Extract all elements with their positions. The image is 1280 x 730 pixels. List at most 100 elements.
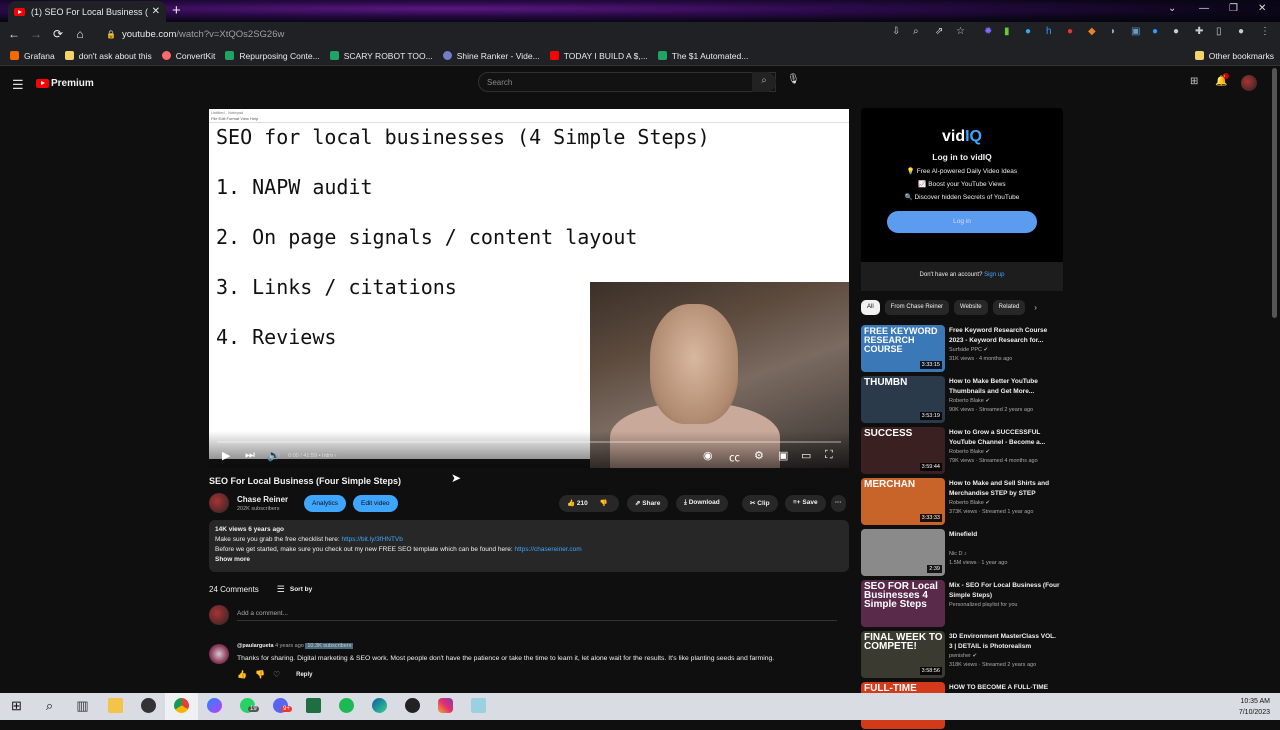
extensions-puzzle-icon[interactable]: ✚ [1195,26,1203,37]
taskbar-app-messenger[interactable] [198,693,231,720]
video-thumbnail[interactable]: FINAL WEEK TO COMPETE! 3:58:56 [861,631,945,678]
taskbar-app-instagram[interactable] [429,693,462,720]
taskbar-app-whatsapp[interactable]: 19 [231,693,264,720]
settings-gear-icon[interactable]: ⚙ [754,449,764,462]
extension-icon[interactable]: ● [1173,26,1179,37]
back-icon[interactable]: ← [3,27,25,41]
related-channel[interactable]: Roberto Blake ✔ [949,398,990,404]
taskbar-app-chrome[interactable] [165,693,198,720]
other-bookmarks[interactable]: Other bookmarks [1194,51,1274,61]
analytics-button[interactable]: Analytics [304,495,347,512]
close-tab-icon[interactable]: ✕ [152,6,160,17]
extension-icon[interactable]: ✹ [984,26,992,37]
show-more-button[interactable]: Show more [215,555,843,565]
related-video-title[interactable]: Free Keyword Research Course 2023 - Keyw… [949,326,1061,345]
heart-icon[interactable]: ♡ [273,670,280,679]
taskbar-app-media-player[interactable] [132,693,165,720]
video-thumbnail[interactable]: SEO FOR Local Businesses 4 Simple Steps [861,580,945,627]
bookmark-item[interactable]: ConvertKit [161,51,215,61]
reload-icon[interactable]: ⟳ [47,27,69,41]
channel-name[interactable]: Chase Reiner [237,495,288,504]
more-actions-button[interactable]: ··· [831,495,846,512]
search-input[interactable]: Search [478,72,776,92]
taskbar-app-obs[interactable] [396,693,429,720]
browser-tab-active[interactable]: (1) SEO For Local Business (Four Simple … [8,1,166,22]
share-page-icon[interactable]: ⇗ [935,26,943,37]
save-button[interactable]: ≡+ Save [785,495,826,512]
chip-from-channel[interactable]: From Chase Reiner [884,300,950,315]
related-video-title[interactable]: How to Make Better YouTube Thumbnails an… [949,377,1061,396]
miniplayer-icon[interactable]: ▣ [778,449,788,462]
clip-button[interactable]: ✂ Clip [742,495,778,512]
new-tab-button[interactable]: + [172,2,181,19]
install-app-icon[interactable]: ⇩ [892,26,900,37]
bookmark-item[interactable]: Repurposing Conte... [225,51,320,61]
system-clock[interactable]: 10:35 AM 7/10/2023 [1239,696,1270,718]
bookmark-item[interactable]: Shine Ranker - Vide... [442,51,540,61]
taskbar-app-edge[interactable] [363,693,396,720]
taskbar-search[interactable]: ⌕ [33,693,66,720]
fullscreen-icon[interactable]: ⛶ [825,449,833,462]
description-box[interactable]: 14K views 6 years ago Make sure you grab… [209,520,849,572]
progress-bar[interactable] [217,441,841,443]
related-video-title[interactable]: 3D Environment MasterClass VOL. 3 | DETA… [949,632,1061,651]
start-button[interactable]: ⊞ [0,693,33,720]
chapter-label[interactable]: • Intro › [319,453,337,459]
related-video-item[interactable]: FINAL WEEK TO COMPETE! 3:58:56 3D Environm… [861,631,1071,679]
video-thumbnail[interactable]: THUMBN 3:53:19 [861,376,945,423]
website-link[interactable]: https://chasereiner.com [515,546,582,553]
bookmark-item[interactable]: TODAY I BUILD A $,... [549,51,648,61]
extension-chart-icon[interactable]: ▮ [1004,26,1010,37]
profile-icon[interactable]: ● [1238,26,1244,37]
related-video-title[interactable]: How to Make and Sell Shirts and Merchand… [949,479,1061,498]
home-icon[interactable]: ⌂ [69,27,91,41]
vidiq-login-button[interactable]: Log in [887,211,1037,233]
channel-avatar[interactable] [209,493,229,513]
chip-all[interactable]: All [861,300,880,315]
play-icon[interactable]: ▶ [222,449,230,462]
create-video-icon[interactable]: ⊞ [1190,76,1198,87]
commenter-avatar[interactable] [209,644,229,664]
autoplay-toggle[interactable]: ◉ [703,449,713,462]
comment-author[interactable]: @paulargueta [237,643,274,649]
related-video-item[interactable]: SUCCESS 3:59:44 How to Grow a SUCCESSFUL Y… [861,427,1071,475]
forward-icon[interactable]: → [25,27,47,41]
search-button[interactable]: ⌕ [752,72,776,92]
chrome-menu-icon[interactable]: ⋮ [1260,26,1270,37]
like-button[interactable]: 👍 210 [567,500,588,507]
share-button[interactable]: ⇗ Share [627,495,669,512]
extension-icon[interactable]: h [1046,26,1052,37]
url-bar[interactable]: 🔒 youtube.com/watch?v=XtQOs2SG26w [98,24,878,44]
related-video-title[interactable]: Minefield [949,530,1061,540]
video-thumbnail[interactable]: FREE KEYWORD RESEARCH COURSE 3:33:15 [861,325,945,372]
related-channel[interactable]: Roberto Blake ✔ [949,449,990,455]
comment-time[interactable]: 4 years ago [275,643,304,649]
captions-icon[interactable]: ㏄ [729,449,740,465]
related-channel[interactable]: Nic D ♪ [949,551,967,557]
related-video-item[interactable]: SEO FOR Local Businesses 4 Simple Steps M… [861,580,1071,628]
account-avatar[interactable] [1241,75,1257,91]
reply-button[interactable]: Reply [296,672,312,678]
edit-video-button[interactable]: Edit video [353,495,398,512]
bookmark-item[interactable]: Grafana [10,51,55,61]
related-video-title[interactable]: Mix - SEO For Local Business (Four Simpl… [949,581,1061,600]
microphone-icon[interactable]: 🎙 [787,74,800,85]
signup-link[interactable]: Sign up [984,272,1004,278]
bookmark-item[interactable]: don't ask about this [64,51,152,61]
related-channel[interactable]: Personalized playlist for you [949,602,1017,608]
extension-icon[interactable]: ● [1025,26,1031,37]
chip-related[interactable]: Related [992,300,1026,315]
volume-icon[interactable]: 🔊 [267,449,281,462]
add-comment-input[interactable]: Add a comment... [237,610,837,621]
related-video-item[interactable]: 2:39 Minefield Nic D ♪ 1.5M views · 1 year … [861,529,1071,577]
taskbar-app-notepad[interactable] [462,693,495,720]
zoom-icon[interactable]: ⌕ [913,26,919,37]
sort-by-button[interactable]: Sort by [290,586,312,593]
related-video-item[interactable]: FREE KEYWORD RESEARCH COURSE 3:33:15 Free … [861,325,1071,373]
related-channel[interactable]: Surfside PPC ✔ [949,347,988,353]
related-channel[interactable]: Roberto Blake ✔ [949,500,990,506]
minimize-button[interactable]: — [1199,3,1209,14]
youtube-logo[interactable]: Premium [36,78,94,89]
chip-website[interactable]: Website [954,300,988,315]
extension-icon[interactable]: ● [1152,26,1158,37]
